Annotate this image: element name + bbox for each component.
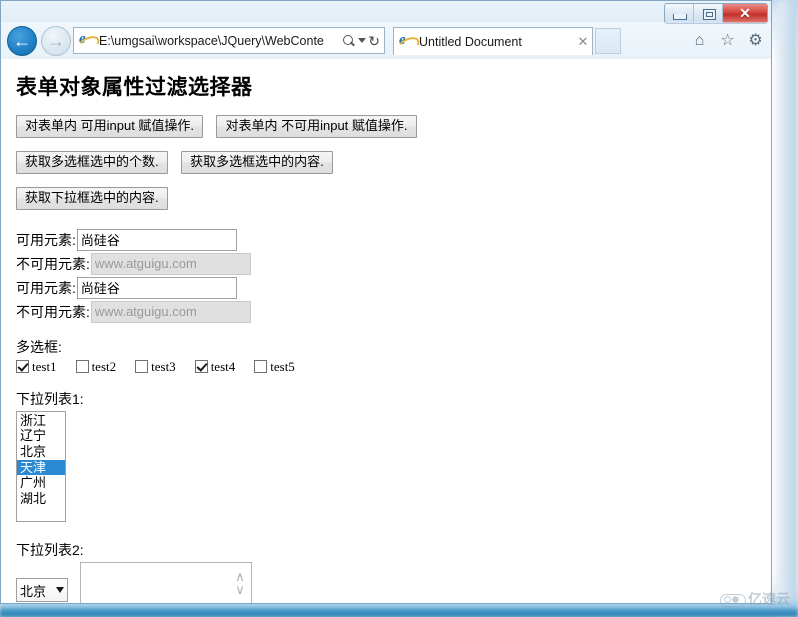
- listbox-option-beijing[interactable]: 北京: [17, 444, 65, 460]
- enabled-input-1[interactable]: [76, 228, 237, 251]
- address-bar[interactable]: e E:\umgsai\workspace\JQuery\WebConte ↻: [73, 27, 385, 54]
- field-row-disabled-2: 不可用元素:: [16, 300, 771, 323]
- minimize-button[interactable]: [665, 4, 694, 23]
- disabled-input-1: [90, 252, 251, 275]
- checkbox-test5[interactable]: [254, 360, 268, 374]
- home-icon[interactable]: ⌂: [690, 31, 709, 50]
- listbox-section-label: 下拉列表1:: [16, 390, 84, 407]
- page-content: 表单对象属性过滤选择器 对表单内 可用input 赋值操作. 对表单内 不可用i…: [2, 59, 771, 603]
- watermark: 亿速云: [720, 589, 790, 609]
- checkbox-label-test3: test3: [151, 358, 176, 374]
- page-title: 表单对象属性过滤选择器: [16, 76, 253, 99]
- checkbox-label-test1: test1: [32, 358, 57, 374]
- listbox-option-zhejiang[interactable]: 浙江: [17, 413, 65, 429]
- chevron-down-icon[interactable]: [358, 38, 367, 43]
- tab-favicon-icon: e: [396, 32, 422, 55]
- listbox-empty-space: [17, 506, 65, 520]
- assign-disabled-input-button[interactable]: 对表单内 不可用input 赋值操作.: [216, 115, 417, 138]
- checkbox-label-test4: test4: [210, 358, 236, 374]
- checkbox-label-test5: test5: [270, 358, 295, 374]
- button-row-1: 对表单内 可用input 赋值操作. 对表单内 不可用input 赋值操作.: [16, 115, 771, 138]
- tab-close-icon[interactable]: ✕: [574, 34, 592, 50]
- close-button[interactable]: ✕: [723, 4, 767, 23]
- back-arrow-icon: ←: [13, 31, 31, 51]
- field-row-disabled-1: 不可用元素:: [16, 252, 771, 275]
- settings-gear-icon[interactable]: ⚙: [746, 31, 765, 50]
- search-icon[interactable]: [341, 33, 356, 49]
- chevron-down-icon: [56, 587, 64, 594]
- ie-logo-icon: e: [76, 31, 102, 54]
- close-icon: ✕: [739, 5, 751, 21]
- listbox-option-hubei[interactable]: 湖北: [17, 491, 65, 507]
- browser-tab[interactable]: e Untitled Document ✕: [393, 27, 593, 55]
- field-row-enabled-2: 可用元素:: [16, 276, 771, 299]
- select-section-label: 下拉列表2:: [16, 542, 84, 559]
- dropdown-selected-value: 北京: [20, 583, 47, 599]
- get-select-content-button[interactable]: 获取下拉框选中的内容.: [16, 186, 168, 210]
- listbox-option-tianjin[interactable]: 天津: [17, 459, 65, 476]
- assign-enabled-input-button[interactable]: 对表单内 可用input 赋值操作.: [16, 115, 204, 138]
- checkbox-group: test1 test2 test3 test4 test5: [16, 358, 771, 375]
- button-row-2: 获取多选框选中的个数. 获取多选框选中的内容.: [16, 150, 771, 174]
- multi-select-listbox[interactable]: 浙江 辽宁 北京 天津 广州 湖北: [16, 410, 66, 523]
- address-bar-icons: ↻: [341, 33, 384, 49]
- checkbox-label-test2: test2: [91, 358, 117, 374]
- field-label: 可用元素:: [16, 231, 76, 248]
- favorites-icon[interactable]: ☆: [718, 31, 737, 50]
- listbox-option-guangzhou[interactable]: 广州: [17, 475, 65, 491]
- backdrop-right-edge: [772, 0, 798, 617]
- watermark-text: 亿速云: [748, 591, 790, 607]
- get-checkbox-count-button[interactable]: 获取多选框选中的个数.: [16, 150, 168, 174]
- refresh-icon[interactable]: ↻: [368, 34, 380, 48]
- new-tab-button[interactable]: [595, 28, 621, 54]
- field-label: 不可用元素:: [16, 255, 90, 272]
- dropdown-select[interactable]: 北京: [16, 578, 68, 603]
- spinner-down-icon[interactable]: ∨: [233, 583, 247, 596]
- cloud-icon: [720, 592, 746, 607]
- listbox-option-liaoning[interactable]: 辽宁: [17, 428, 65, 444]
- browser-window: ✕ ← → e E:\umgsai\workspace\JQuery\WebCo…: [0, 0, 772, 604]
- minimize-icon: [673, 14, 687, 20]
- button-row-3: 获取下拉框选中的内容.: [16, 186, 771, 210]
- enabled-input-2[interactable]: [76, 276, 237, 299]
- checkbox-test2[interactable]: [75, 360, 89, 374]
- checkbox-test3[interactable]: [135, 360, 149, 374]
- select-row: 北京 ∧ ∨: [16, 562, 771, 603]
- field-label: 可用元素:: [16, 279, 76, 296]
- screenshot-root: ████ █████ ██████ ██████████ ███████ ███…: [0, 0, 798, 617]
- back-button[interactable]: ←: [7, 26, 37, 56]
- output-textarea[interactable]: ∧ ∨: [80, 562, 252, 603]
- maximize-icon: [703, 9, 716, 20]
- field-row-enabled-1: 可用元素:: [16, 228, 771, 251]
- checkbox-test1[interactable]: [16, 360, 29, 374]
- checkbox-section-label: 多选框:: [16, 338, 62, 355]
- url-text: E:\umgsai\workspace\JQuery\WebConte: [99, 33, 324, 48]
- window-titlebar[interactable]: ✕: [1, 1, 771, 24]
- spinner-icons[interactable]: ∧ ∨: [233, 570, 247, 596]
- window-controls: ✕: [664, 3, 768, 24]
- get-checkbox-content-button[interactable]: 获取多选框选中的内容.: [181, 150, 333, 174]
- checkbox-test4[interactable]: [194, 360, 208, 374]
- navigation-row: ← → e E:\umgsai\workspace\JQuery\WebCont…: [1, 22, 771, 59]
- tab-title: Untitled Document: [419, 34, 522, 49]
- forward-button[interactable]: →: [41, 26, 71, 56]
- browser-toolbar-icons: ⌂ ☆ ⚙: [690, 31, 765, 50]
- maximize-button[interactable]: [694, 4, 723, 23]
- forward-arrow-icon: →: [47, 31, 65, 51]
- disabled-input-2: [90, 300, 251, 323]
- field-label: 不可用元素:: [16, 303, 90, 320]
